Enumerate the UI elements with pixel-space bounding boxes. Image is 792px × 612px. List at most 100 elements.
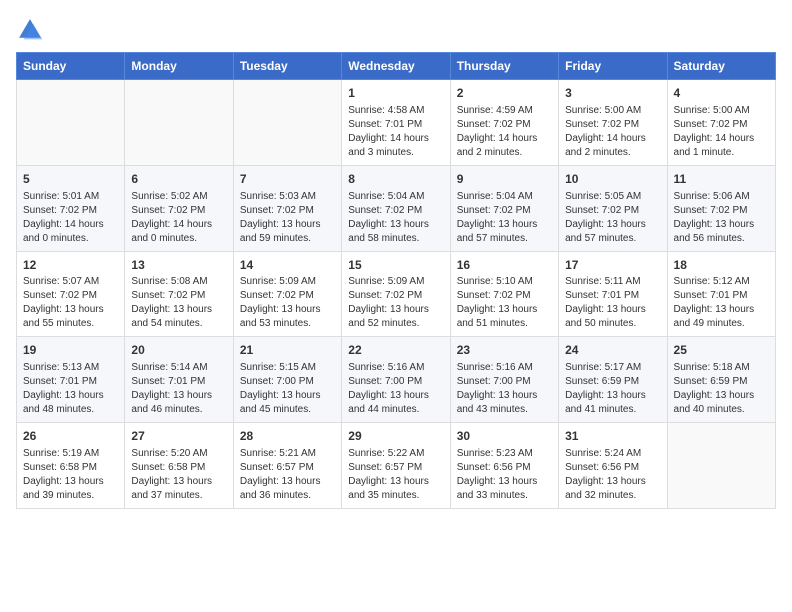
day-number: 11: [674, 171, 769, 188]
calendar-cell: 10Sunrise: 5:05 AMSunset: 7:02 PMDayligh…: [559, 165, 667, 251]
calendar-cell: [233, 80, 341, 166]
calendar-cell: 3 Sunrise: 5:00 AMSunset: 7:02 PMDaylight…: [559, 80, 667, 166]
day-number: 12: [23, 257, 118, 274]
calendar-cell: [667, 423, 775, 509]
calendar-cell: [125, 80, 233, 166]
calendar-cell: 1 Sunrise: 4:58 AMSunset: 7:01 PMDaylight…: [342, 80, 450, 166]
calendar-cell: 21 Sunrise: 5:15 AMSunset: 7:00 PMDayligh…: [233, 337, 341, 423]
day-info: Sunrise: 5:00 AMSunset: 7:02 PMDaylight:…: [674, 104, 769, 160]
calendar-cell: 20Sunrise: 5:14 AMSunset: 7:01 PMDayligh…: [125, 337, 233, 423]
day-info: Sunrise: 5:02 AMSunset: 7:02 PMDaylight:…: [131, 190, 226, 246]
day-number: 16: [457, 257, 552, 274]
day-number: 24: [565, 342, 660, 359]
calendar-cell: 17Sunrise: 5:11 AMSunset: 7:01 PMDayligh…: [559, 251, 667, 337]
col-header-thursday: Thursday: [450, 53, 558, 80]
day-number: 18: [674, 257, 769, 274]
col-header-tuesday: Tuesday: [233, 53, 341, 80]
day-info: Sunrise: 5:23 AMSunset: 6:56 PMDaylight:…: [457, 447, 552, 503]
day-info: Sunrise: 5:13 AMSunset: 7:01 PMDaylight:…: [23, 361, 118, 417]
day-info: Sunrise: 5:16 AMSunset: 7:00 PMDaylight:…: [348, 361, 443, 417]
col-header-monday: Monday: [125, 53, 233, 80]
day-info: Sunrise: 5:24 AMSunset: 6:56 PMDaylight:…: [565, 447, 660, 503]
day-info: Sunrise: 5:04 AMSunset: 7:02 PMDaylight:…: [348, 190, 443, 246]
calendar-cell: 27 Sunrise: 5:20 AMSunset: 6:58 PMDayligh…: [125, 423, 233, 509]
calendar-cell: 24Sunrise: 5:17 AMSunset: 6:59 PMDayligh…: [559, 337, 667, 423]
calendar-cell: 19Sunrise: 5:13 AMSunset: 7:01 PMDayligh…: [17, 337, 125, 423]
week-row-1: 1 Sunrise: 4:58 AMSunset: 7:01 PMDaylight…: [17, 80, 776, 166]
calendar-cell: 29Sunrise: 5:22 AMSunset: 6:57 PMDayligh…: [342, 423, 450, 509]
day-number: 9: [457, 171, 552, 188]
calendar-cell: 11 Sunrise: 5:06 AMSunset: 7:02 PMDayligh…: [667, 165, 775, 251]
day-info: Sunrise: 5:01 AMSunset: 7:02 PMDaylight:…: [23, 190, 118, 246]
day-info: Sunrise: 5:10 AMSunset: 7:02 PMDaylight:…: [457, 275, 552, 331]
day-info: Sunrise: 5:14 AMSunset: 7:01 PMDaylight:…: [131, 361, 226, 417]
day-info: Sunrise: 5:19 AMSunset: 6:58 PMDaylight:…: [23, 447, 118, 503]
calendar-cell: 30 Sunrise: 5:23 AMSunset: 6:56 PMDayligh…: [450, 423, 558, 509]
day-info: Sunrise: 5:12 AMSunset: 7:01 PMDaylight:…: [674, 275, 769, 331]
day-number: 26: [23, 428, 118, 445]
calendar-table: SundayMondayTuesdayWednesdayThursdayFrid…: [16, 52, 776, 509]
day-number: 14: [240, 257, 335, 274]
day-info: Sunrise: 4:59 AMSunset: 7:02 PMDaylight:…: [457, 104, 552, 160]
calendar-cell: 14Sunrise: 5:09 AMSunset: 7:02 PMDayligh…: [233, 251, 341, 337]
calendar-cell: 4 Sunrise: 5:00 AMSunset: 7:02 PMDaylight…: [667, 80, 775, 166]
col-header-sunday: Sunday: [17, 53, 125, 80]
day-number: 8: [348, 171, 443, 188]
calendar-cell: 25 Sunrise: 5:18 AMSunset: 6:59 PMDayligh…: [667, 337, 775, 423]
calendar-cell: 9 Sunrise: 5:04 AMSunset: 7:02 PMDaylight…: [450, 165, 558, 251]
col-header-wednesday: Wednesday: [342, 53, 450, 80]
day-info: Sunrise: 5:08 AMSunset: 7:02 PMDaylight:…: [131, 275, 226, 331]
calendar-cell: 5Sunrise: 5:01 AMSunset: 7:02 PMDaylight…: [17, 165, 125, 251]
day-info: Sunrise: 5:20 AMSunset: 6:58 PMDaylight:…: [131, 447, 226, 503]
day-info: Sunrise: 5:21 AMSunset: 6:57 PMDaylight:…: [240, 447, 335, 503]
day-number: 17: [565, 257, 660, 274]
page-header: [16, 16, 776, 44]
calendar-cell: 15Sunrise: 5:09 AMSunset: 7:02 PMDayligh…: [342, 251, 450, 337]
calendar-cell: 18Sunrise: 5:12 AMSunset: 7:01 PMDayligh…: [667, 251, 775, 337]
calendar-cell: [17, 80, 125, 166]
day-number: 2: [457, 85, 552, 102]
day-info: Sunrise: 5:07 AMSunset: 7:02 PMDaylight:…: [23, 275, 118, 331]
day-info: Sunrise: 5:03 AMSunset: 7:02 PMDaylight:…: [240, 190, 335, 246]
calendar-body: 1 Sunrise: 4:58 AMSunset: 7:01 PMDaylight…: [17, 80, 776, 509]
calendar-cell: 2 Sunrise: 4:59 AMSunset: 7:02 PMDaylight…: [450, 80, 558, 166]
day-number: 27: [131, 428, 226, 445]
day-number: 7: [240, 171, 335, 188]
day-number: 3: [565, 85, 660, 102]
logo-icon: [16, 16, 44, 44]
week-row-3: 12Sunrise: 5:07 AMSunset: 7:02 PMDayligh…: [17, 251, 776, 337]
day-number: 22: [348, 342, 443, 359]
day-info: Sunrise: 5:06 AMSunset: 7:02 PMDaylight:…: [674, 190, 769, 246]
day-number: 31: [565, 428, 660, 445]
day-number: 25: [674, 342, 769, 359]
day-number: 1: [348, 85, 443, 102]
calendar-cell: 26 Sunrise: 5:19 AMSunset: 6:58 PMDayligh…: [17, 423, 125, 509]
day-number: 30: [457, 428, 552, 445]
day-number: 6: [131, 171, 226, 188]
day-info: Sunrise: 5:18 AMSunset: 6:59 PMDaylight:…: [674, 361, 769, 417]
calendar-cell: 22 Sunrise: 5:16 AMSunset: 7:00 PMDayligh…: [342, 337, 450, 423]
day-info: Sunrise: 4:58 AMSunset: 7:01 PMDaylight:…: [348, 104, 443, 160]
day-number: 21: [240, 342, 335, 359]
day-info: Sunrise: 5:00 AMSunset: 7:02 PMDaylight:…: [565, 104, 660, 160]
day-number: 13: [131, 257, 226, 274]
calendar-cell: 7 Sunrise: 5:03 AMSunset: 7:02 PMDaylight…: [233, 165, 341, 251]
day-info: Sunrise: 5:16 AMSunset: 7:00 PMDaylight:…: [457, 361, 552, 417]
logo: [16, 16, 48, 44]
day-number: 10: [565, 171, 660, 188]
day-info: Sunrise: 5:09 AMSunset: 7:02 PMDaylight:…: [348, 275, 443, 331]
calendar-cell: 6 Sunrise: 5:02 AMSunset: 7:02 PMDaylight…: [125, 165, 233, 251]
day-number: 28: [240, 428, 335, 445]
day-info: Sunrise: 5:11 AMSunset: 7:01 PMDaylight:…: [565, 275, 660, 331]
day-number: 4: [674, 85, 769, 102]
day-info: Sunrise: 5:15 AMSunset: 7:00 PMDaylight:…: [240, 361, 335, 417]
calendar-cell: 16Sunrise: 5:10 AMSunset: 7:02 PMDayligh…: [450, 251, 558, 337]
calendar-cell: 28 Sunrise: 5:21 AMSunset: 6:57 PMDayligh…: [233, 423, 341, 509]
calendar-cell: 31 Sunrise: 5:24 AMSunset: 6:56 PMDayligh…: [559, 423, 667, 509]
day-number: 23: [457, 342, 552, 359]
calendar-cell: 13Sunrise: 5:08 AMSunset: 7:02 PMDayligh…: [125, 251, 233, 337]
calendar-cell: 23 Sunrise: 5:16 AMSunset: 7:00 PMDayligh…: [450, 337, 558, 423]
day-number: 29: [348, 428, 443, 445]
col-header-friday: Friday: [559, 53, 667, 80]
day-info: Sunrise: 5:04 AMSunset: 7:02 PMDaylight:…: [457, 190, 552, 246]
